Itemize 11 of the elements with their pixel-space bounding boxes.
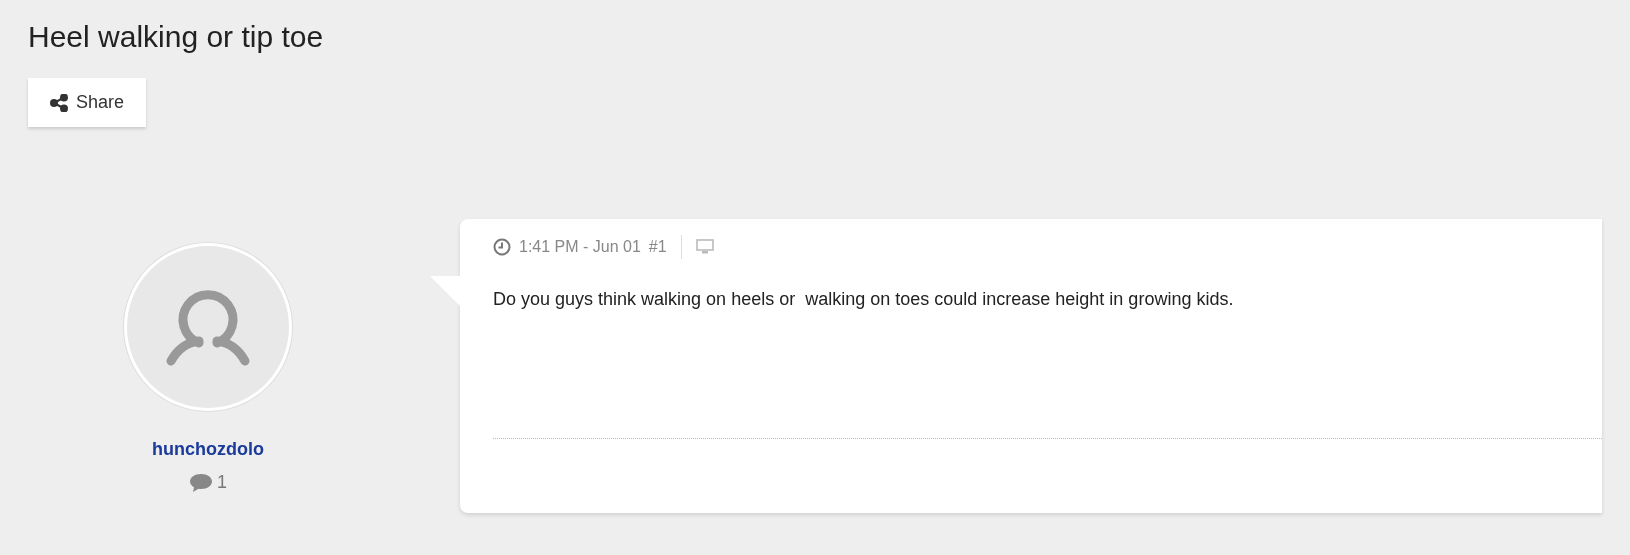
share-icon xyxy=(50,93,68,112)
speech-bubble-icon xyxy=(189,472,213,493)
username-link[interactable]: hunchozdolo xyxy=(152,439,264,460)
clock-icon xyxy=(493,238,511,256)
share-button[interactable]: Share xyxy=(28,78,147,127)
post-time: 1:41 PM - Jun 01 xyxy=(519,238,641,256)
post-body: Do you guys think walking on heels or walking on toes could increase height in growing kids. xyxy=(493,289,1235,310)
monitor-icon xyxy=(695,239,714,255)
thread-title: Heel walking or tip toe xyxy=(28,20,325,54)
post-number-link[interactable]: #1 xyxy=(648,238,667,256)
post-count: 1 xyxy=(217,472,227,493)
